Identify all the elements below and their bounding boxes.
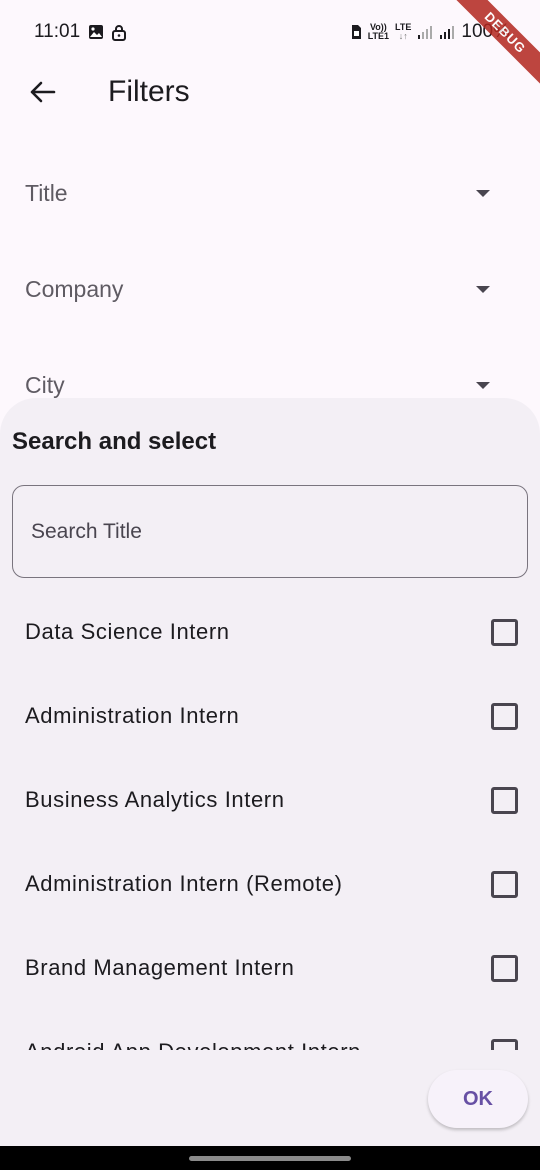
checkbox[interactable] — [491, 1038, 518, 1050]
list-item[interactable]: Android App Development Intern — [0, 1010, 540, 1050]
options-list[interactable]: Data Science Intern Administration Inter… — [0, 590, 540, 1050]
lock-icon — [112, 24, 127, 41]
list-item[interactable]: Business Analytics Intern — [0, 758, 540, 842]
dropdown-arrow-icon — [476, 189, 490, 197]
app-bar: Filters — [0, 64, 540, 120]
image-icon — [88, 24, 104, 40]
filter-label: City — [25, 371, 65, 398]
arrow-back-icon — [30, 81, 56, 103]
ok-button[interactable]: OK — [428, 1070, 528, 1128]
search-placeholder: Search Title — [31, 519, 142, 543]
filter-dropdown-title[interactable]: Title — [0, 163, 540, 223]
volte-indicator: Vo)) LTE1 — [368, 23, 389, 41]
item-label: Brand Management Intern — [25, 955, 295, 980]
signal-icon-2 — [439, 25, 455, 39]
checkbox[interactable] — [491, 702, 518, 730]
list-item[interactable]: Brand Management Intern — [0, 926, 540, 1010]
checkbox[interactable] — [491, 786, 518, 814]
search-select-sheet: Search and select Search Title Data Scie… — [0, 398, 540, 1146]
sim-icon — [350, 24, 362, 40]
checkbox[interactable] — [491, 618, 518, 646]
list-item[interactable]: Administration Intern (Remote) — [0, 842, 540, 926]
back-button[interactable] — [22, 72, 62, 112]
status-time: 11:01 — [34, 21, 81, 42]
item-label: Business Analytics Intern — [25, 787, 285, 812]
filter-label: Company — [25, 275, 124, 302]
volte-bottom: LTE1 — [367, 31, 390, 41]
checkbox[interactable] — [491, 954, 518, 982]
item-label: Administration Intern (Remote) — [25, 871, 343, 896]
item-label: Data Science Intern — [25, 619, 230, 644]
list-item[interactable]: Administration Intern — [0, 674, 540, 758]
home-handle[interactable] — [189, 1156, 351, 1161]
sheet-title: Search and select — [12, 428, 217, 455]
status-bar: 11:01 Vo)) LTE1 LTE ↓↑ 100% — [0, 0, 540, 64]
list-item[interactable]: Data Science Intern — [0, 590, 540, 674]
filter-label: Title — [25, 179, 68, 206]
system-nav-bar — [0, 1146, 540, 1170]
dropdown-arrow-icon — [476, 285, 490, 293]
signal-icon-1 — [417, 25, 433, 39]
item-label: Android App Development Intern — [25, 1039, 361, 1050]
checkbox[interactable] — [491, 870, 518, 898]
lte-indicator: LTE ↓↑ — [395, 22, 412, 41]
status-left: 11:01 — [34, 21, 127, 43]
filter-dropdown-company[interactable]: Company — [0, 259, 540, 319]
item-label: Administration Intern — [25, 703, 240, 728]
page-title: Filters — [108, 75, 190, 108]
dropdown-arrow-icon — [476, 381, 490, 389]
search-input[interactable]: Search Title — [12, 485, 528, 578]
